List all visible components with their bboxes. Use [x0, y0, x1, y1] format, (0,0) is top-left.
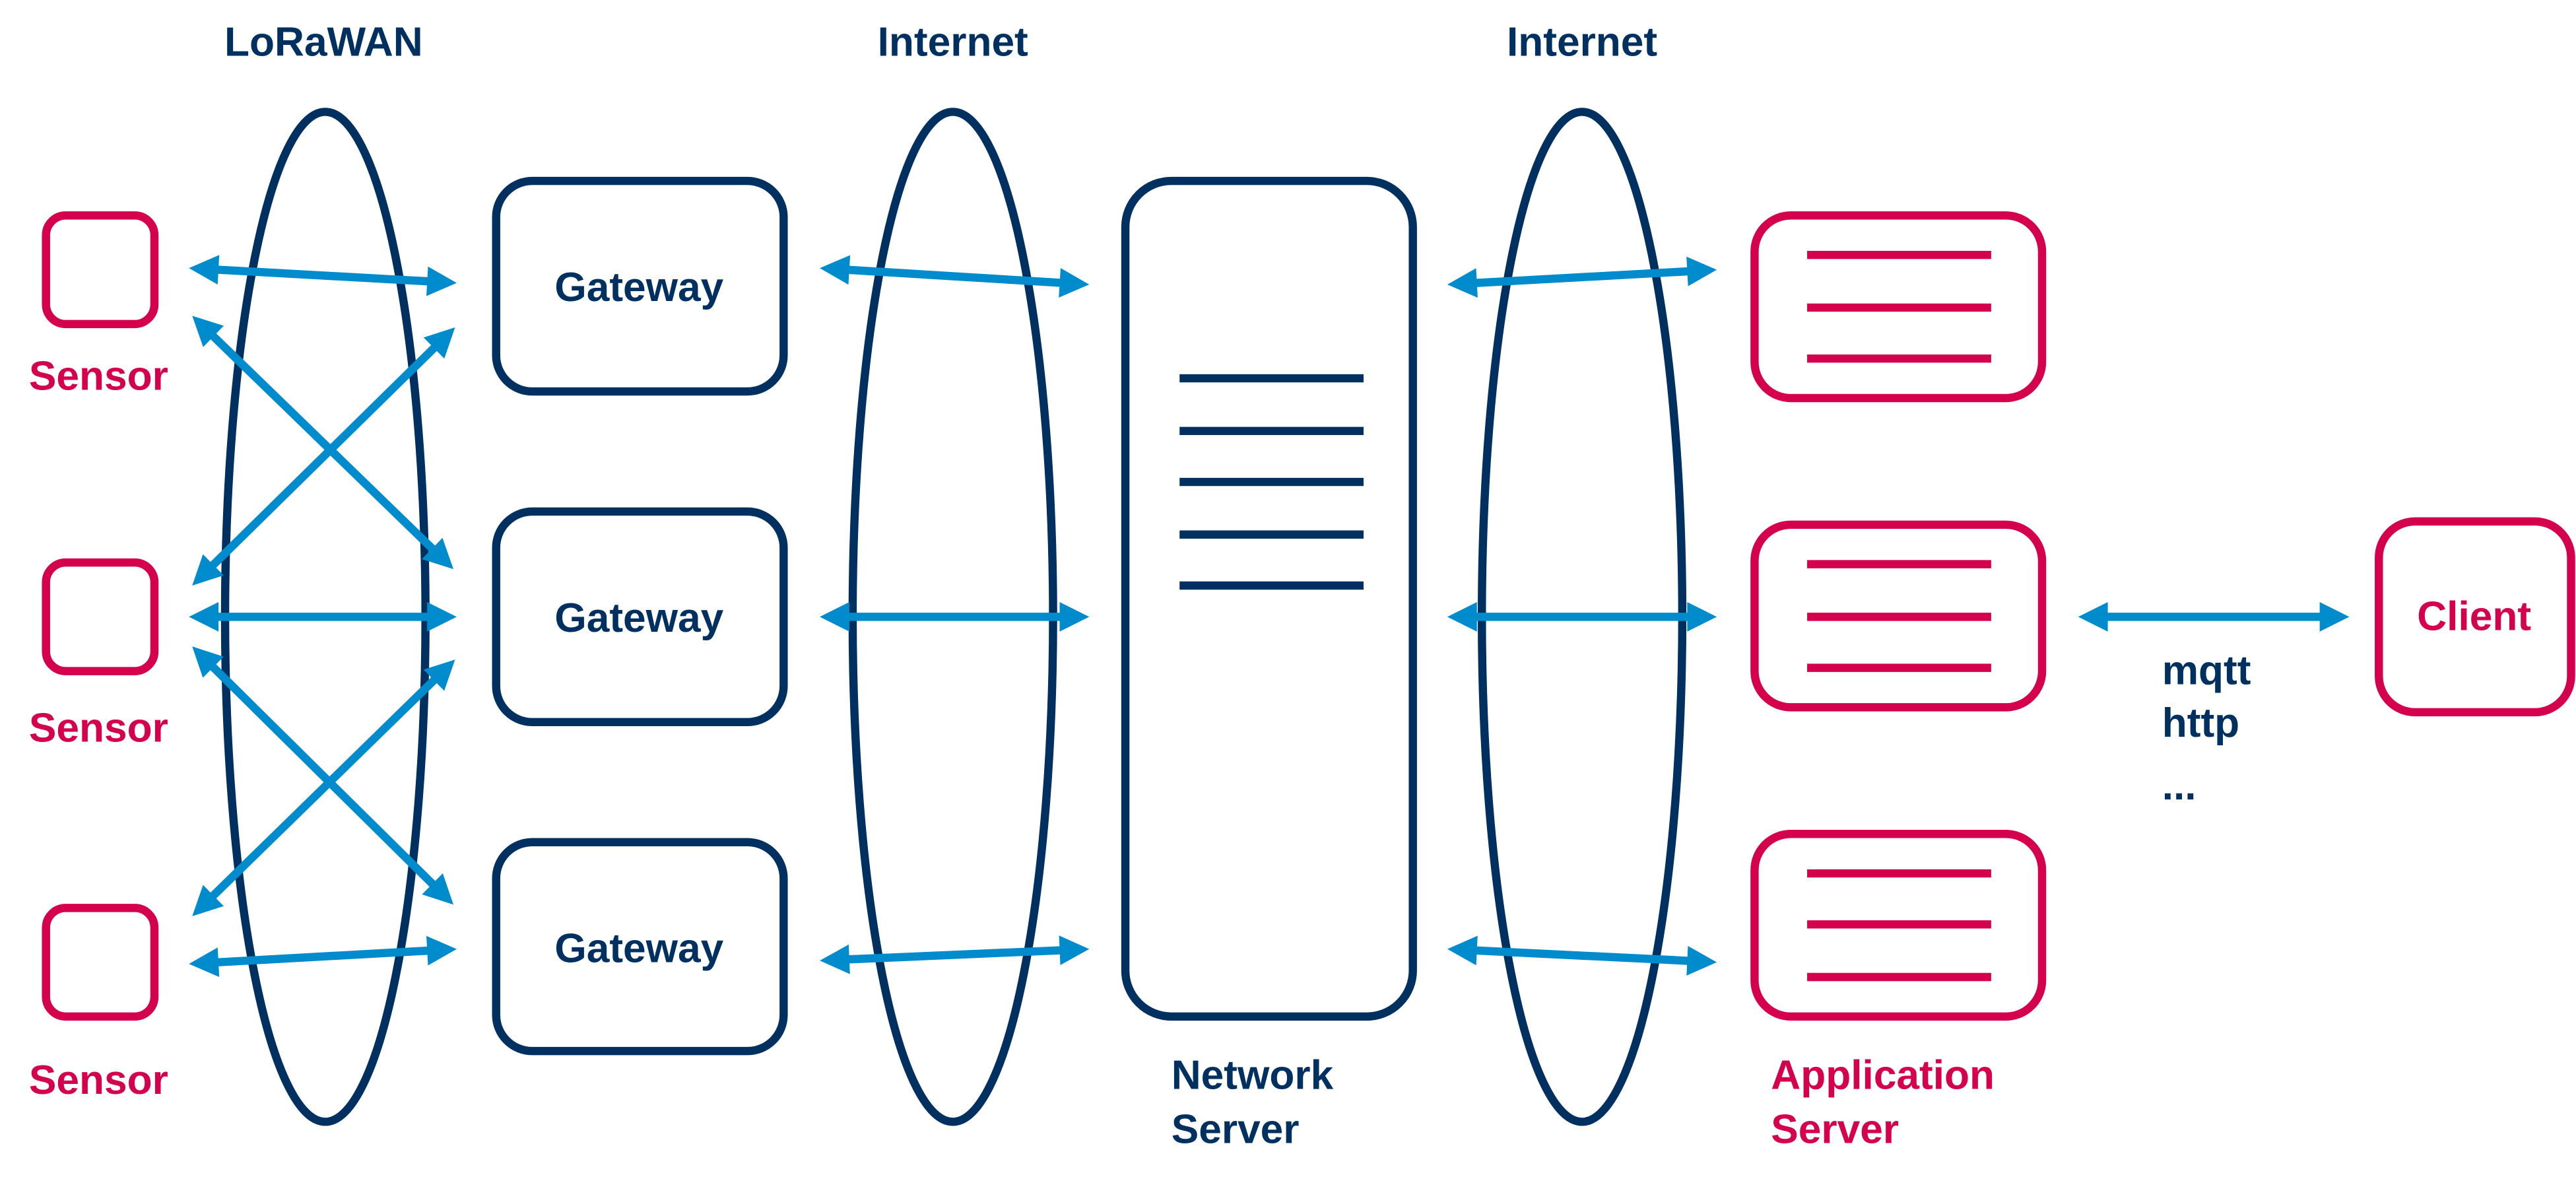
arrow-application-server-2-to-client: [2078, 601, 2350, 632]
application-server-1[interactable]: [1750, 211, 2047, 403]
arrowhead-icon: [2078, 601, 2108, 632]
arrowhead-icon: [426, 266, 457, 296]
arrowhead-icon: [820, 255, 851, 285]
arrowhead-icon: [1059, 935, 1090, 965]
arrow-shaft: [205, 340, 442, 573]
server-rack-lines-icon: [1179, 374, 1364, 590]
arrow-sensor-3-to-gateway-3: [189, 935, 457, 978]
arrow-network-server-to-application-server-3: [1447, 935, 1717, 976]
sensor-icon: [42, 558, 159, 675]
arrowhead-icon: [820, 601, 849, 632]
arrow-gateway-1-to-network-server: [820, 255, 1090, 298]
network-server-label-line1: Network: [1172, 1052, 1334, 1098]
header-lorawan: LoRaWAN: [224, 20, 423, 65]
network-server-box: [1121, 176, 1417, 1021]
arrowhead-icon: [189, 255, 220, 285]
arrow-gateway-2-to-network-server: [820, 601, 1090, 632]
arrowhead-icon: [1687, 601, 1717, 632]
server-lines-icon: [1807, 560, 1991, 672]
arrowhead-icon: [1447, 601, 1477, 632]
arrow-sensor-1-to-gateway-1: [189, 255, 457, 296]
gateway-label: Gateway: [554, 595, 723, 641]
server-lines-icon: [1807, 250, 1991, 363]
server-lines-icon: [1807, 869, 1991, 982]
gateway-2[interactable]: Gateway: [492, 507, 788, 727]
application-server-3[interactable]: [1750, 830, 2047, 1021]
lorawan-architecture-diagram: LoRaWAN Internet Internet Sensor Sensor …: [29, 20, 2575, 1153]
connection-arrows: [189, 255, 2350, 978]
gateway-label: Gateway: [554, 926, 723, 972]
gateway-3[interactable]: Gateway: [492, 838, 788, 1056]
arrowhead-icon: [1686, 256, 1717, 287]
arrowhead-icon: [1059, 267, 1090, 298]
sensor-icon: [42, 904, 159, 1021]
arrowhead-icon: [820, 944, 850, 974]
arrow-network-server-to-application-server-2: [1447, 601, 1717, 632]
sensor-label: Sensor: [29, 353, 168, 399]
application-server-label-line2: Server: [1771, 1107, 1899, 1153]
sensor-label: Sensor: [29, 1058, 168, 1103]
arrowhead-icon: [1447, 268, 1478, 298]
header-internet-left: Internet: [878, 20, 1028, 65]
sensor-label: Sensor: [29, 706, 168, 751]
protocol-label-http: http: [2162, 700, 2239, 746]
gateway-label: Gateway: [554, 265, 723, 310]
header-internet-right: Internet: [1507, 20, 1657, 65]
arrowhead-icon: [426, 935, 457, 966]
arrowhead-icon: [189, 947, 220, 978]
arrowhead-icon: [2319, 601, 2350, 632]
sensor-3[interactable]: Sensor: [29, 904, 168, 1103]
application-server-label-line1: Application: [1771, 1052, 1995, 1098]
arrowhead-icon: [1686, 946, 1717, 976]
network-server-label-line2: Server: [1172, 1107, 1300, 1153]
protocol-label-mqtt: mqtt: [2162, 648, 2251, 693]
arrowhead-icon: [1059, 601, 1090, 632]
protocol-label-more: ...: [2162, 763, 2196, 809]
client-label: Client: [2417, 593, 2531, 639]
arrow-network-server-to-application-server-1: [1447, 256, 1717, 298]
arrowhead-icon: [189, 601, 219, 632]
gateway-1[interactable]: Gateway: [492, 176, 788, 396]
client[interactable]: Client: [2375, 517, 2575, 717]
arrow-gateway-3-to-network-server: [820, 935, 1090, 974]
sensor-2[interactable]: Sensor: [29, 558, 168, 751]
network-server[interactable]: Network Server: [1121, 176, 1417, 1153]
arrow-shaft: [205, 329, 440, 557]
arrowhead-icon: [1447, 935, 1478, 966]
sensor-1[interactable]: Sensor: [29, 211, 168, 399]
sensor-icon: [42, 211, 159, 329]
arrow-shaft: [205, 673, 442, 903]
application-server-2[interactable]: [1750, 520, 2047, 712]
arrow-shaft: [205, 659, 440, 892]
arrowhead-icon: [427, 601, 457, 632]
